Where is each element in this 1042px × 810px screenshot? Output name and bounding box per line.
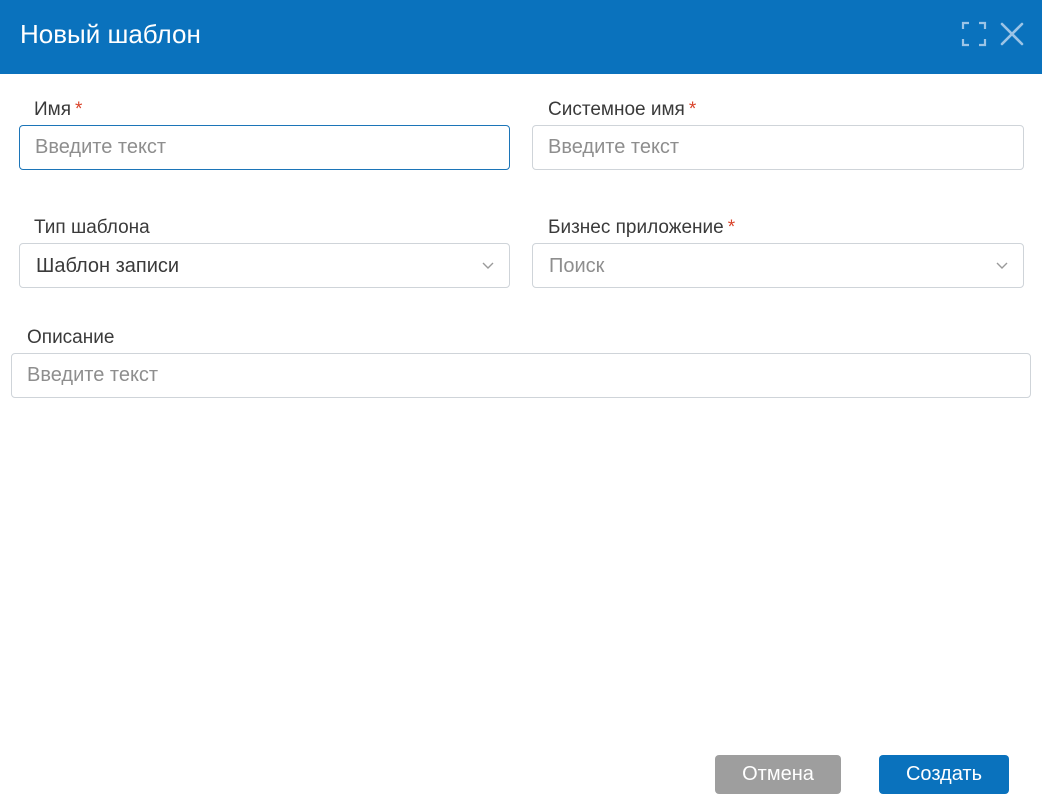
create-button[interactable]: Создать [879, 755, 1009, 794]
chevron-down-icon [482, 262, 494, 269]
maximize-icon[interactable] [961, 21, 987, 47]
template-type-label: Тип шаблона [34, 217, 150, 239]
template-type-select[interactable]: Шаблон записи [19, 243, 510, 288]
required-mark: * [688, 99, 697, 120]
required-mark: * [727, 217, 736, 238]
cancel-button[interactable]: Отмена [715, 755, 841, 794]
dialog-title: Новый шаблон [20, 19, 201, 49]
business-app-label-text: Бизнес приложение [548, 217, 724, 238]
description-label-text: Описание [27, 327, 115, 348]
business-app-select[interactable]: Поиск [532, 243, 1024, 288]
description-input[interactable] [11, 353, 1031, 398]
close-icon[interactable] [999, 21, 1025, 47]
name-label-text: Имя [34, 99, 72, 120]
system-name-label-text: Системное имя [548, 99, 685, 120]
description-label: Описание [27, 327, 114, 349]
name-input[interactable] [19, 125, 510, 170]
name-label: Имя * [34, 99, 82, 121]
template-type-value: Шаблон записи [36, 255, 180, 277]
business-app-label: Бизнес приложение * [548, 217, 735, 239]
required-mark: * [75, 99, 83, 120]
new-template-dialog: Новый шаблон Имя* Системное имя* Тип шаб… [0, 0, 1042, 810]
chevron-down-icon [996, 262, 1008, 269]
system-name-input[interactable] [532, 125, 1024, 170]
business-app-placeholder: Поиск [549, 255, 605, 277]
system-name-label: Системное имя * [548, 99, 696, 121]
dialog-header: Новый шаблон [0, 0, 1042, 74]
template-type-label-text: Тип шаблона [34, 217, 150, 238]
